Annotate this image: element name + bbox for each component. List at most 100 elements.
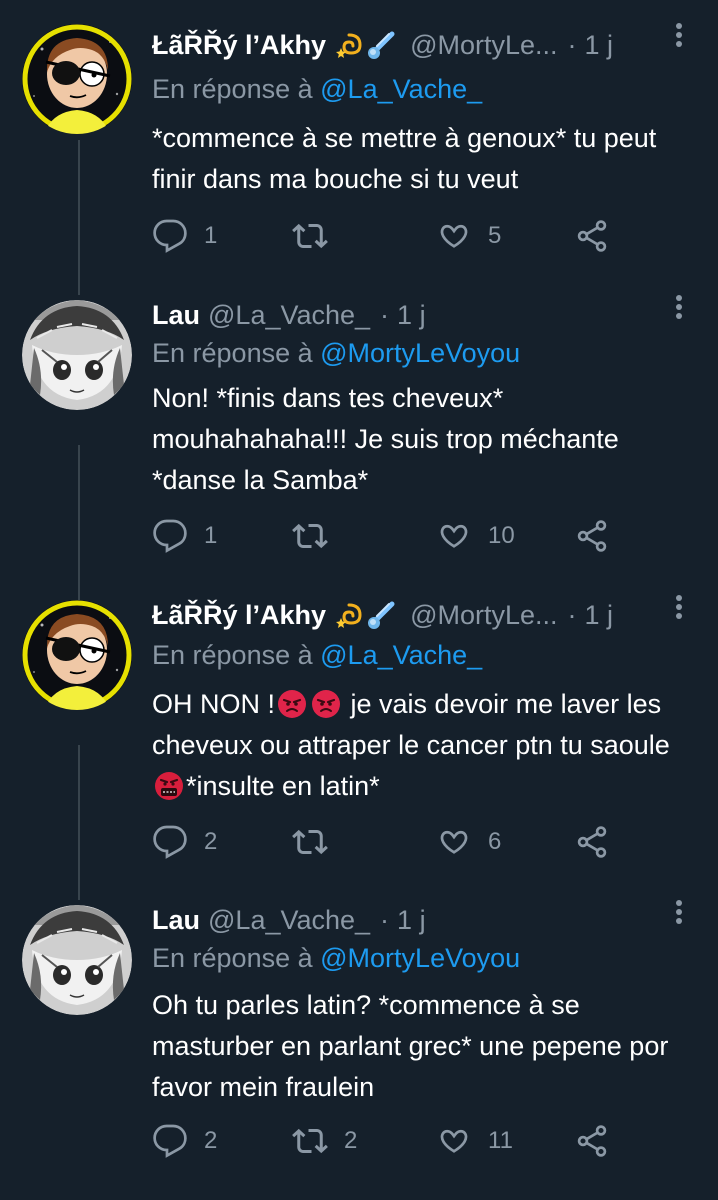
angry-face-emoji [312,689,341,718]
reply-button[interactable]: 2 [152,822,217,862]
reply-context: En réponse à @La_Vache_ [152,74,482,105]
reply-context: En réponse à @MortyLeVoyou [152,943,520,974]
retweet-icon [292,523,328,549]
tweet-text: Non! *finis dans tes cheveux* mouhahahah… [152,383,619,495]
more-icon[interactable] [674,20,684,60]
tweet-text: OH NON ! je vais devoir me laver les che… [152,684,692,807]
more-icon[interactable] [674,592,684,632]
like-icon [440,224,468,248]
share-button[interactable] [574,516,610,556]
share-icon [577,520,607,552]
display-name[interactable]: ŁãŘŘý l’Akhy [152,30,326,61]
reply-count: 1 [204,222,218,249]
avatar[interactable] [22,600,132,710]
share-button[interactable] [574,822,610,862]
reply-prefix: En réponse à [152,338,313,368]
retweet-button[interactable] [292,516,344,556]
reply-prefix: En réponse à [152,640,313,670]
tweet-text-part: OH NON ! [152,689,276,719]
name-emojis [334,31,396,61]
reply-icon [153,519,187,553]
reply-context: En réponse à @La_Vache_ [152,640,482,671]
tweet-actions: 1 10 [152,516,622,556]
retweet-icon [292,223,328,249]
like-button[interactable]: 6 [436,822,501,862]
retweet-button[interactable] [292,216,344,256]
like-button[interactable]: 11 [436,1121,513,1161]
reply-count: 2 [204,1127,218,1154]
display-name[interactable]: Lau [152,905,200,936]
like-icon [440,830,468,854]
cursing-face-emoji [155,771,183,800]
avatar[interactable] [22,300,132,410]
like-count: 10 [488,522,515,549]
like-count: 11 [488,1127,513,1154]
retweet-button[interactable]: 2 [292,1121,357,1161]
reply-button[interactable]: 1 [152,216,217,256]
handle[interactable]: @La_Vache_ [208,905,370,936]
timestamp[interactable]: 1 j [397,300,426,331]
reply-button[interactable]: 1 [152,516,217,556]
tweet-actions: 1 5 [152,216,622,256]
reply-icon [153,219,187,253]
comet-emoji [368,601,395,629]
handle[interactable]: @MortyLe... [410,30,557,61]
dizzy-emoji [336,603,362,628]
like-button[interactable]: 5 [436,216,501,256]
share-button[interactable] [574,1121,610,1161]
timestamp[interactable]: 1 j [585,30,614,61]
handle[interactable]: @MortyLe... [410,600,557,631]
reply-context: En réponse à @MortyLeVoyou [152,338,520,369]
tweet-actions: 2 2 11 [152,1121,622,1161]
angry-face-emoji [278,689,307,718]
tweet[interactable]: Lau @La_Vache_ · 1 j En réponse à @Morty… [0,295,718,590]
display-name[interactable]: Lau [152,300,200,331]
separator-dot: · [380,300,390,330]
tweet-text: *commence à se mettre à genoux* tu peut … [152,123,657,194]
reply-button[interactable]: 2 [152,1121,217,1161]
reply-prefix: En réponse à [152,943,313,973]
separator-dot: · [380,905,390,935]
separator-dot: · [567,600,577,630]
timestamp[interactable]: 1 j [397,905,426,936]
like-count: 6 [488,828,502,855]
retweet-button[interactable] [292,822,344,862]
reply-count: 2 [204,828,218,855]
mention-link[interactable]: @MortyLeVoyou [320,943,520,973]
retweet-icon [292,1128,328,1154]
like-button[interactable]: 10 [436,516,515,556]
mention-link[interactable]: @La_Vache_ [320,640,482,670]
mention-link[interactable]: @La_Vache_ [320,74,482,104]
mention-link[interactable]: @MortyLeVoyou [320,338,520,368]
handle[interactable]: @La_Vache_ [208,300,370,331]
tweet-actions: 2 6 [152,822,622,862]
reply-icon [153,825,187,859]
timestamp[interactable]: 1 j [585,600,614,631]
avatar[interactable] [22,24,132,134]
like-icon [440,524,468,548]
share-icon [577,220,607,252]
separator-dot: · [567,30,577,60]
name-emojis [334,601,396,631]
like-count: 5 [488,222,502,249]
tweet-text-part: *insulte en latin* [186,771,380,801]
display-name[interactable]: ŁãŘŘý l’Akhy [152,600,326,631]
share-button[interactable] [574,216,610,256]
reply-prefix: En réponse à [152,74,313,104]
tweet-text: Oh tu parles latin? *commence à se mastu… [152,990,669,1102]
reply-count: 1 [204,522,218,549]
share-icon [577,1125,607,1157]
tweet[interactable]: ŁãŘŘý l’Akhy @MortyLe... · 1 j En répons… [0,595,718,890]
tweet[interactable]: ŁãŘŘý l’Akhy @MortyLe... · 1 j En répons… [0,0,718,290]
like-icon [440,1129,468,1153]
tweet[interactable]: Lau @La_Vache_ · 1 j En réponse à @Morty… [0,900,718,1200]
share-icon [577,826,607,858]
dizzy-emoji [336,33,362,58]
more-icon[interactable] [674,292,684,332]
retweet-icon [292,829,328,855]
reply-icon [153,1124,187,1158]
more-icon[interactable] [674,897,684,937]
retweet-count: 2 [344,1127,358,1154]
comet-emoji [368,31,395,59]
avatar[interactable] [22,905,132,1015]
